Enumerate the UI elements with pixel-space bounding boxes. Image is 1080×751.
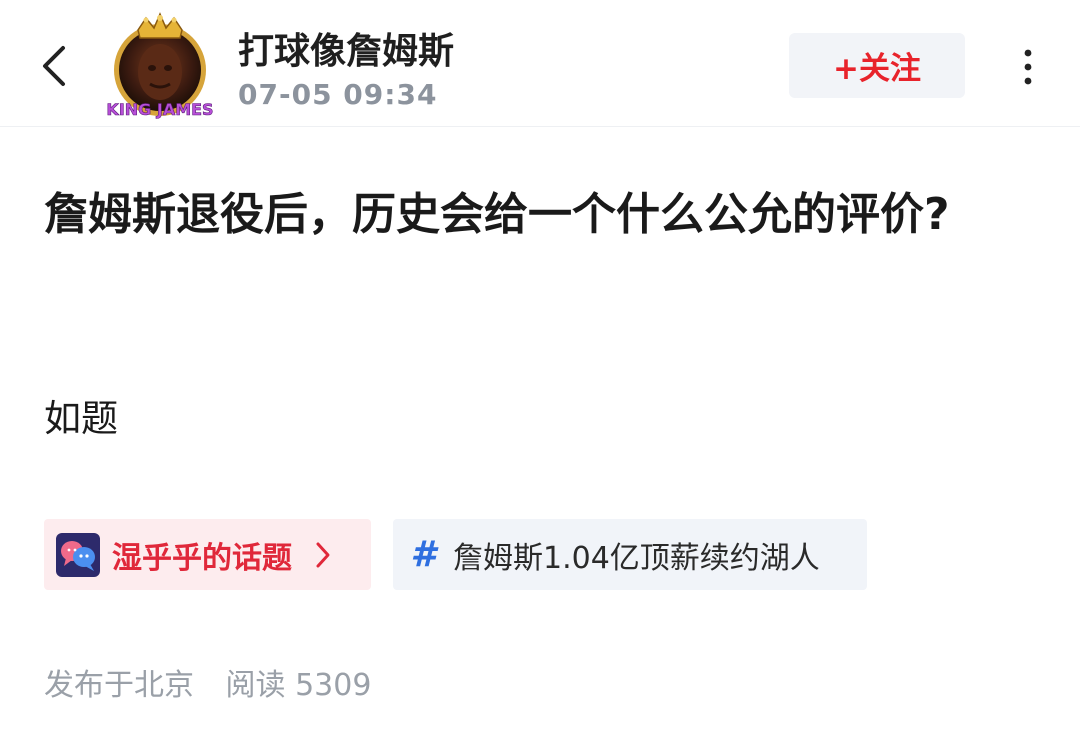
more-options-button[interactable] xyxy=(1008,40,1048,94)
topic-chip[interactable]: 湿乎乎的话题 xyxy=(44,519,371,590)
chat-bubbles-icon xyxy=(56,532,100,577)
back-button[interactable] xyxy=(28,38,80,94)
post-page: KING JAMES 打球像詹姆斯 07-05 09:34 +关注 詹姆斯退役后… xyxy=(0,0,1080,751)
post-title: 詹姆斯退役后，历史会给一个什么公允的评价? xyxy=(44,189,950,240)
chevron-right-icon xyxy=(316,542,330,567)
hashtag-chip[interactable]: # 詹姆斯1.04亿顶薪续约湖人 xyxy=(393,519,867,590)
read-count: 阅读 5309 xyxy=(225,668,372,703)
more-vertical-icon xyxy=(1024,49,1032,85)
topic-label: 湿乎乎的话题 xyxy=(112,540,292,576)
hash-icon: # xyxy=(410,534,436,575)
author-name[interactable]: 打球像詹姆斯 xyxy=(238,22,454,74)
post-meta: 发布于北京 阅读 5309 xyxy=(44,660,371,704)
hashtag-label: 詹姆斯1.04亿顶薪续约湖人 xyxy=(453,540,820,576)
avatar[interactable]: KING JAMES xyxy=(104,12,216,122)
follow-button[interactable]: +关注 xyxy=(789,33,965,98)
chevron-left-icon xyxy=(43,46,65,86)
post-location: 发布于北京 xyxy=(44,668,194,703)
post-header: KING JAMES 打球像詹姆斯 07-05 09:34 +关注 xyxy=(0,0,1080,127)
post-timestamp: 07-05 09:34 xyxy=(238,78,438,111)
avatar-caption: KING JAMES xyxy=(106,100,213,119)
post-body: 如题 xyxy=(44,397,118,440)
